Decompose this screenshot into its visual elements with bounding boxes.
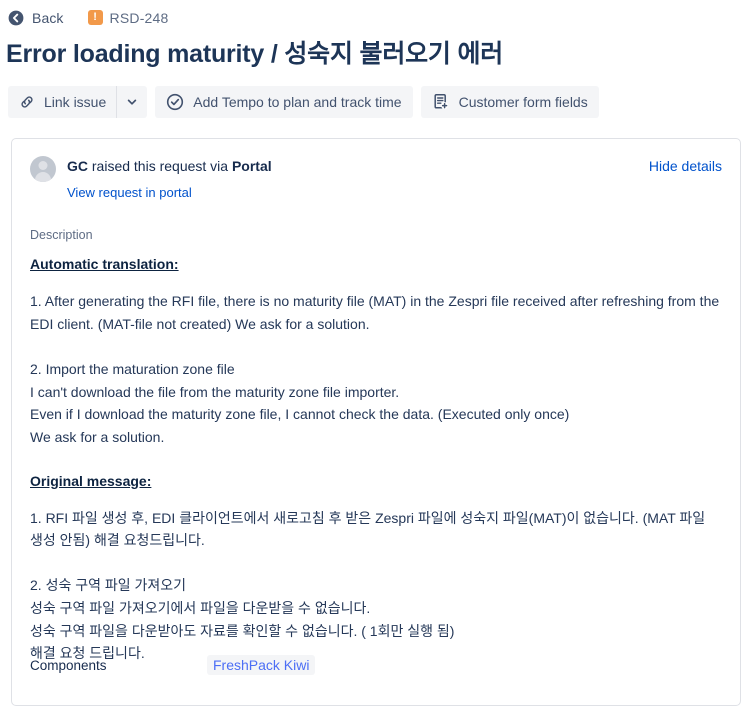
- chevron-down-icon: [128, 99, 137, 105]
- request-channel: Portal: [231, 158, 272, 174]
- requester-text: GC raised this request via Portal View r…: [67, 155, 272, 202]
- page-title: Error loading maturity / 성숙지 불러오기 에러: [6, 40, 504, 68]
- view-request-in-portal-link[interactable]: View request in portal: [67, 185, 192, 200]
- link-issue-label: Link issue: [44, 94, 107, 110]
- translation-paragraph: 1. After generating the RFI file, there …: [30, 290, 722, 335]
- card-content: GC raised this request via Portal View r…: [12, 139, 740, 665]
- priority-glyph: !: [93, 11, 97, 23]
- issue-view-page: Back ! RSD-248 Error loading maturity / …: [0, 0, 755, 715]
- customer-form-fields-label: Customer form fields: [458, 94, 588, 110]
- text-line: 2. Import the maturation zone file: [30, 360, 235, 377]
- link-issue-button[interactable]: Link issue: [8, 86, 117, 118]
- requester-row: GC raised this request via Portal View r…: [30, 155, 722, 202]
- text-line: 2. 성숙 구역 파일 가져오기: [30, 577, 187, 594]
- text-line: Even if I download the maturity zone fil…: [30, 406, 570, 423]
- text-line: We ask for a solution.: [30, 428, 165, 445]
- issue-key-label: RSD-248: [109, 9, 169, 26]
- issue-key-link[interactable]: ! RSD-248: [87, 9, 169, 26]
- link-issue-dropdown-button[interactable]: [117, 86, 148, 118]
- original-paragraph: 2. 성숙 구역 파일 가져오기 성숙 구역 파일 가져오기에서 파일을 다운받…: [30, 574, 722, 665]
- breadcrumb: Back ! RSD-248: [0, 0, 755, 28]
- text-line: I can't download the file from the matur…: [30, 383, 400, 400]
- arrow-left-circle-icon: [8, 10, 24, 25]
- component-chip[interactable]: FreshPack Kiwi: [207, 655, 316, 675]
- back-label: Back: [32, 9, 64, 26]
- action-toolbar: Link issue Add Tempo to plan and track t…: [8, 86, 755, 118]
- description-body: Automatic translation: 1. After generati…: [30, 254, 722, 665]
- hide-details-link[interactable]: Hide details: [649, 155, 722, 174]
- add-tempo-button[interactable]: Add Tempo to plan and track time: [155, 86, 413, 118]
- description-field-label: Description: [30, 228, 93, 243]
- avatar-body: [35, 172, 51, 182]
- automatic-translation-heading: Automatic translation:: [30, 256, 179, 273]
- add-tempo-label: Add Tempo to plan and track time: [193, 94, 402, 110]
- check-circle-icon: [167, 93, 184, 111]
- reporter-name: GC: [67, 158, 88, 174]
- avatar-head: [38, 161, 48, 170]
- components-label: Components: [30, 657, 107, 673]
- original-message-heading: Original message:: [30, 472, 152, 489]
- translation-paragraph: 2. Import the maturation zone file I can…: [30, 358, 722, 449]
- original-paragraph: 1. RFI 파일 생성 후, EDI 클라이언트에서 새로고침 후 받은 Ze…: [30, 507, 722, 552]
- link-issue-split-button: Link issue: [8, 86, 148, 118]
- text-line: 생성 안됨) 해결 요청드립니다.: [30, 532, 205, 549]
- text-line: 성숙 구역 파일 가져오기에서 파일을 다운받을 수 없습니다.: [30, 599, 371, 616]
- text-line: 1. RFI 파일 생성 후, EDI 클라이언트에서 새로고침 후 받은 Ze…: [30, 509, 706, 526]
- user-avatar-icon: [30, 156, 56, 182]
- customer-form-fields-button[interactable]: Customer form fields: [420, 86, 599, 118]
- text-line: 성숙 구역 파일을 다운받아도 자료를 확인할 수 없습니다. ( 1회만 실행…: [30, 622, 455, 639]
- back-button[interactable]: Back: [8, 10, 64, 26]
- text-line: 1. After generating the RFI file, there …: [30, 293, 720, 310]
- components-row: Components FreshPack Kiwi: [30, 655, 720, 675]
- form-add-icon: [434, 94, 448, 110]
- requester-info: GC raised this request via Portal View r…: [30, 155, 272, 202]
- link-icon: [21, 96, 33, 108]
- requester-line: GC raised this request via Portal: [67, 157, 272, 175]
- text-line: EDI client. (MAT-file not created) We as…: [30, 316, 370, 333]
- raised-via-text: raised this request via: [88, 158, 232, 174]
- priority-high-icon: !: [87, 10, 103, 25]
- request-details-card: GC raised this request via Portal View r…: [11, 138, 741, 706]
